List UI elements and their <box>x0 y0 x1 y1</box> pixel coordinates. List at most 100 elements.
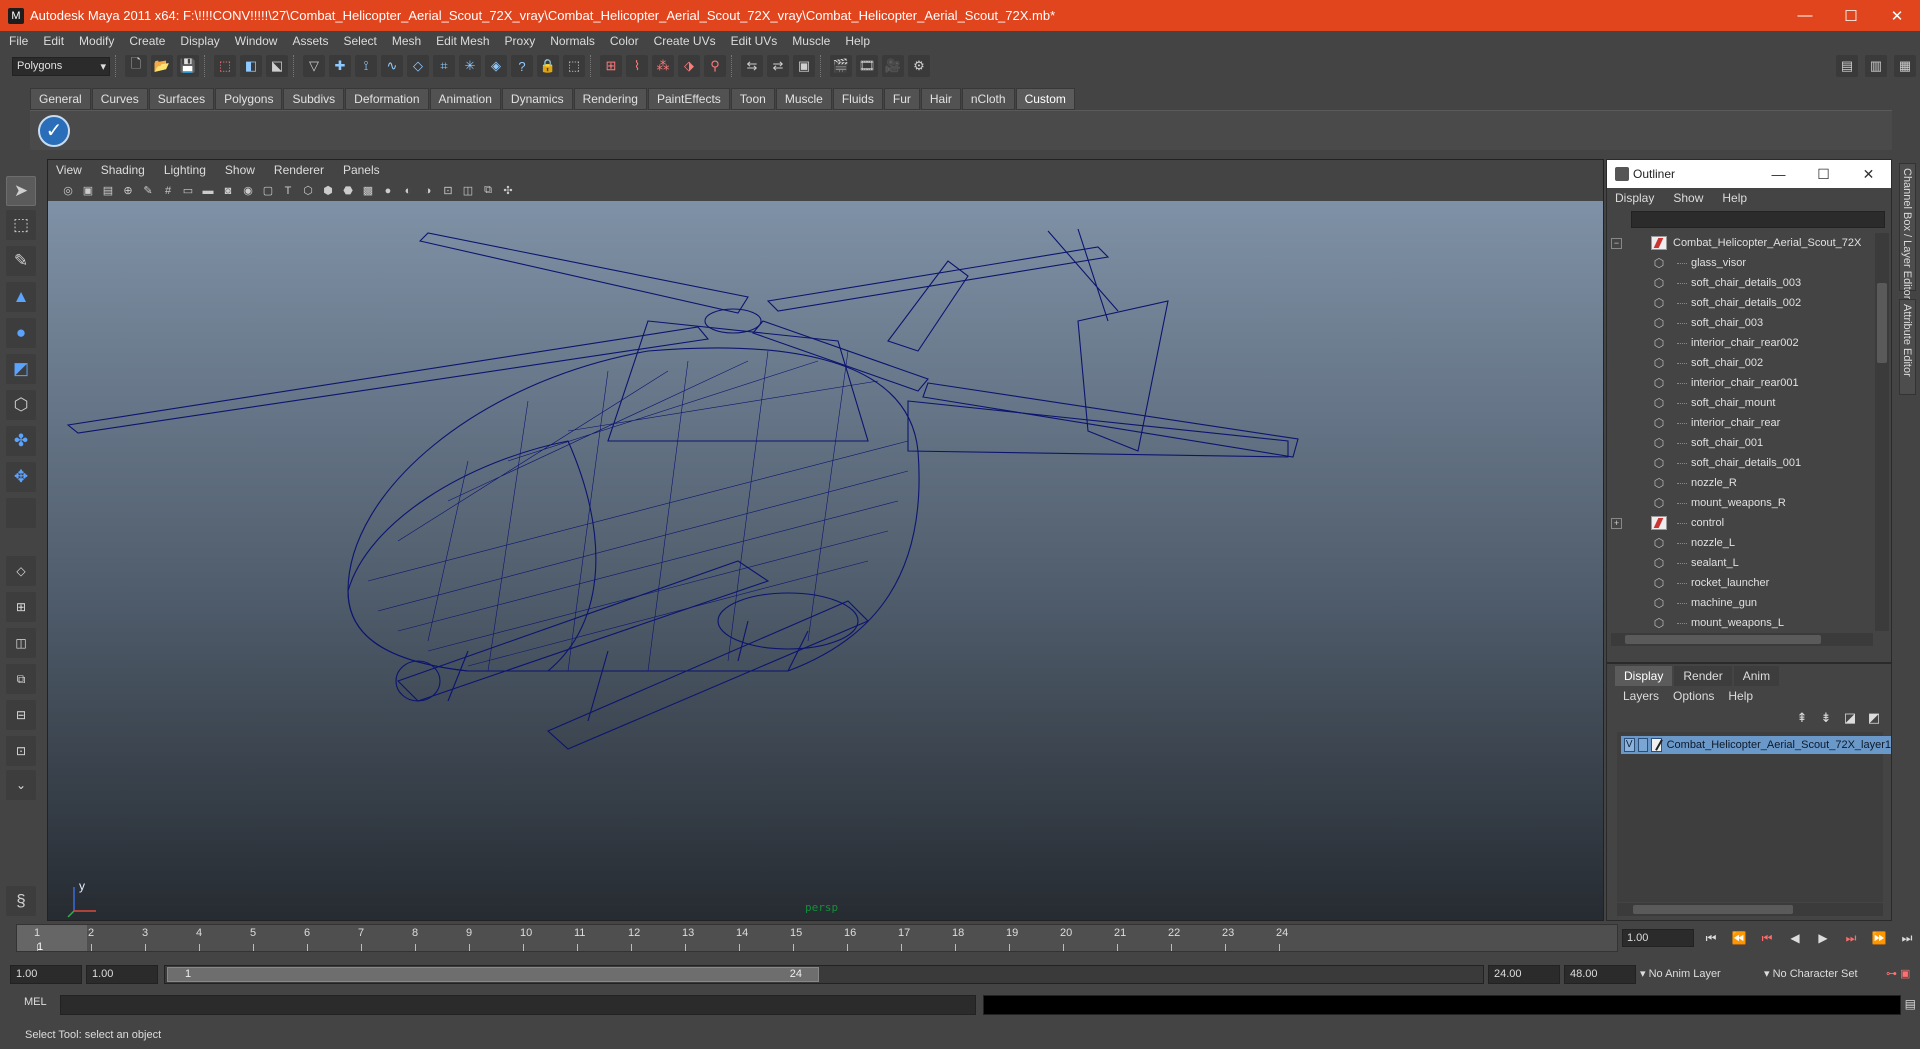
scrollbar-thumb[interactable] <box>1625 635 1821 644</box>
render-view-icon[interactable]: 🎬 <box>830 55 852 77</box>
step-back-key-icon[interactable]: ⏮ <box>1756 930 1778 946</box>
shelf-tab-curves[interactable]: Curves <box>91 88 148 110</box>
lock-selection-icon[interactable]: 🔒 <box>537 55 559 77</box>
play-backwards-icon[interactable]: ◀ <box>1784 930 1806 946</box>
xray-icon[interactable]: ◫ <box>460 183 476 199</box>
scrollbar-thumb[interactable] <box>1633 905 1793 914</box>
current-time-field[interactable]: 1.00 <box>1622 929 1694 947</box>
animation-start-field[interactable]: 1.00 <box>10 965 82 984</box>
panel-menu-show[interactable]: Show <box>225 163 255 177</box>
shelf-tab-fur[interactable]: Fur <box>883 88 920 110</box>
menu-edit-mesh[interactable]: Edit Mesh <box>436 34 489 48</box>
image-plane-icon[interactable]: ▤ <box>100 183 116 199</box>
playback-end-field[interactable]: 24.00 <box>1488 965 1560 984</box>
select-rendering-icon[interactable]: ◈ <box>485 55 507 77</box>
select-handles-icon[interactable]: ✚ <box>329 55 351 77</box>
persp-outliner-layout-icon[interactable]: ◫ <box>6 628 36 658</box>
wireframe-on-shaded-icon[interactable]: ⬣ <box>340 183 356 199</box>
grid-toggle-icon[interactable]: # <box>160 183 176 199</box>
render-current-frame-icon[interactable]: 🎞 <box>856 55 878 77</box>
make-live-icon[interactable]: ⚲ <box>704 55 726 77</box>
step-forward-key-icon[interactable]: ⏭ <box>1840 930 1862 946</box>
layer-tab-display[interactable]: Display <box>1615 666 1673 686</box>
show-manipulator-icon[interactable]: ✥ <box>6 462 36 492</box>
camera-bookmark-icon[interactable]: ▣ <box>80 183 96 199</box>
new-scene-icon[interactable]: 🗋 <box>125 55 147 77</box>
outliner-item[interactable]: ⬡ sealant_L <box>1607 553 1875 573</box>
select-misc-icon[interactable]: ? <box>511 55 533 77</box>
outliner-minimize-button[interactable]: — <box>1756 166 1801 182</box>
snap-to-view-plane-icon[interactable]: ⬗ <box>678 55 700 77</box>
layer-edit-icon[interactable] <box>1651 738 1662 752</box>
toggle-tool-settings-icon[interactable]: ▥ <box>1865 55 1887 77</box>
shelf-tab-surfaces[interactable]: Surfaces <box>148 88 215 110</box>
lasso-tool-icon[interactable]: ⬚ <box>6 210 36 240</box>
go-to-end-icon[interactable]: ⏭ <box>1896 930 1918 946</box>
select-by-hierarchy-icon[interactable]: ⬚ <box>214 55 236 77</box>
resolution-gate-icon[interactable]: ▬ <box>200 183 216 199</box>
outliner-menu-show[interactable]: Show <box>1673 191 1703 205</box>
outliner-item[interactable]: ⬡ soft_chair_001 <box>1607 433 1875 453</box>
outliner-menu-display[interactable]: Display <box>1615 191 1654 205</box>
select-deformations-icon[interactable]: ⌗ <box>433 55 455 77</box>
outliner-item[interactable]: ⬡ soft_chair_details_001 <box>1607 453 1875 473</box>
use-all-lights-icon[interactable]: ● <box>380 183 396 199</box>
outliner-item[interactable]: ⬡ nozzle_L <box>1607 533 1875 553</box>
shelf-tab-polygons[interactable]: Polygons <box>215 88 283 110</box>
checkmark-icon[interactable]: ✓ <box>38 115 70 147</box>
ipr-render-icon[interactable]: 🎥 <box>882 55 904 77</box>
snap-to-grid-icon[interactable]: ⊞ <box>600 55 622 77</box>
select-by-component-icon[interactable]: ⬕ <box>266 55 288 77</box>
four-view-layout-icon[interactable]: ⊞ <box>6 592 36 622</box>
outliner-item[interactable]: ⬡ mount_weapons_R <box>1607 493 1875 513</box>
shelf-tab-animation[interactable]: Animation <box>429 88 501 110</box>
toggle-attribute-editor-icon[interactable]: ▤ <box>1836 55 1858 77</box>
snap-to-curve-icon[interactable]: ⌇ <box>626 55 648 77</box>
layer-name[interactable]: Combat_Helicopter_Aerial_Scout_72X_layer… <box>1667 739 1891 751</box>
persp-graph-layout-icon[interactable]: ⧉ <box>6 664 36 694</box>
menu-edit-uvs[interactable]: Edit UVs <box>731 34 778 48</box>
create-layer-from-selected-icon[interactable]: ◩ <box>1865 710 1883 726</box>
panel-menu-panels[interactable]: Panels <box>343 163 380 177</box>
time-slider-track[interactable]: 1 1 2 3 4 5 6 7 8 9 10 11 12 13 14 15 16 17 18 19 20 21 22 23 2… <box>16 924 1618 953</box>
menu-color[interactable]: Color <box>610 34 639 48</box>
soft-modification-tool-icon[interactable]: ✤ <box>6 426 36 456</box>
shelf-tab-toon[interactable]: Toon <box>730 88 775 110</box>
input-output-icon[interactable]: ⇆ <box>741 55 763 77</box>
history-toggle-icon[interactable]: ▣ <box>793 55 815 77</box>
playback-start-field[interactable]: 1.00 <box>86 965 158 984</box>
shelf-tab-dynamics[interactable]: Dynamics <box>501 88 573 110</box>
construction-history-icon[interactable]: ⇄ <box>767 55 789 77</box>
outliner-item[interactable]: ⬡ soft_chair_002 <box>1607 353 1875 373</box>
xray-joints-icon[interactable]: ⧉ <box>480 183 496 199</box>
perspective-viewport[interactable]: View Shading Lighting Show Renderer Pane… <box>47 159 1604 921</box>
range-slider-track[interactable]: 1 24 <box>164 965 1484 984</box>
wireframe-icon[interactable]: ⬡ <box>300 183 316 199</box>
outliner-item[interactable]: ⬡ soft_chair_details_003 <box>1607 273 1875 293</box>
film-gate-icon[interactable]: ▭ <box>180 183 196 199</box>
menu-mesh[interactable]: Mesh <box>392 34 421 48</box>
menu-edit[interactable]: Edit <box>43 34 64 48</box>
expand-icon[interactable]: + <box>1611 517 1622 529</box>
2d-pan-zoom-icon[interactable]: ⊕ <box>120 183 136 199</box>
layer-row[interactable]: V Combat_Helicopter_Aerial_Scout_72X_lay… <box>1621 736 1891 754</box>
layer-menu-layers[interactable]: Layers <box>1623 689 1659 703</box>
layer-tab-anim[interactable]: Anim <box>1733 666 1780 686</box>
outliner-item[interactable]: ⬡ soft_chair_mount <box>1607 393 1875 413</box>
outliner-item[interactable]: + control <box>1607 513 1875 533</box>
high-quality-icon[interactable]: ◑ <box>420 183 436 199</box>
textured-icon[interactable]: ▩ <box>360 183 376 199</box>
rotate-tool-icon[interactable]: ● <box>6 318 36 348</box>
field-chart-icon[interactable]: ◉ <box>240 183 256 199</box>
layer-visibility-toggle[interactable]: V <box>1624 738 1635 752</box>
outliner-menu-help[interactable]: Help <box>1722 191 1747 205</box>
outliner-item[interactable]: ⬡ mount_weapons_L <box>1607 613 1875 631</box>
scrollbar-thumb[interactable] <box>1877 283 1887 363</box>
shelf-menu-grip[interactable] <box>14 118 30 150</box>
persp-hypergraph-layout-icon[interactable]: ⊡ <box>6 736 36 766</box>
scale-tool-icon[interactable]: ◩ <box>6 354 36 384</box>
layout-options-icon[interactable]: ⌄ <box>6 770 36 800</box>
save-scene-icon[interactable]: 💾 <box>177 55 199 77</box>
gate-mask-icon[interactable]: ◙ <box>220 183 236 199</box>
current-frame-marker[interactable] <box>17 925 87 951</box>
